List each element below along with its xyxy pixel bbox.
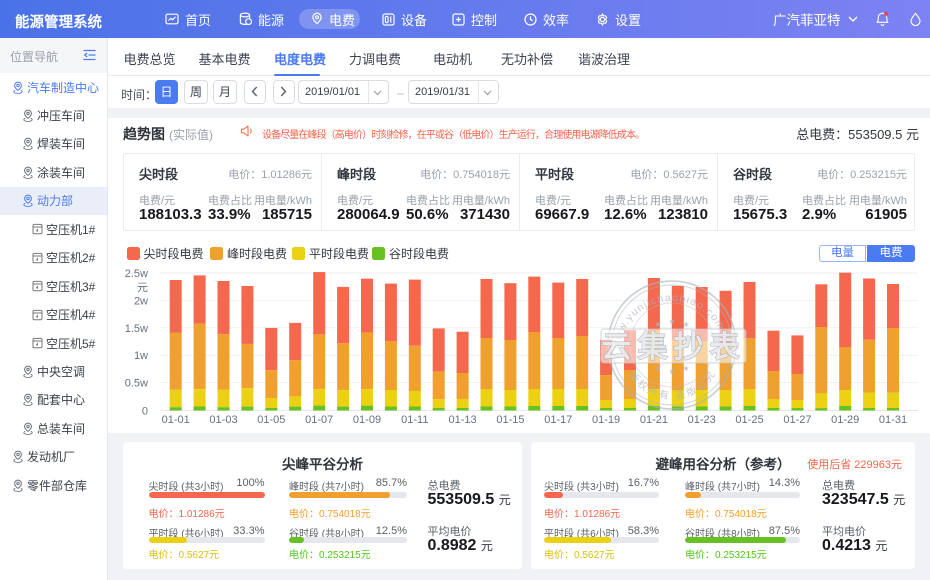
svg-text:2.5w: 2.5w — [125, 268, 148, 280]
svg-text:01-13: 01-13 — [449, 414, 477, 426]
svg-text:云集抄表: 云集抄表 — [602, 331, 746, 364]
svg-text:01-29: 01-29 — [831, 414, 859, 426]
svg-text:2w: 2w — [134, 295, 148, 307]
svg-text:★: ★ — [654, 364, 661, 373]
svg-text:01-15: 01-15 — [496, 414, 524, 426]
svg-text:1w: 1w — [134, 350, 148, 362]
svg-text:01-05: 01-05 — [257, 414, 285, 426]
svg-text:01-09: 01-09 — [353, 414, 381, 426]
svg-text:01-11: 01-11 — [401, 414, 428, 426]
svg-text:★: ★ — [668, 367, 675, 376]
svg-text:0: 0 — [142, 406, 148, 418]
svg-text:1.5w: 1.5w — [125, 323, 148, 335]
svg-text:01-03: 01-03 — [209, 414, 237, 426]
svg-text:元: 元 — [137, 282, 148, 294]
svg-text:★: ★ — [654, 320, 661, 329]
svg-text:★: ★ — [682, 364, 689, 373]
svg-text:★: ★ — [682, 320, 689, 329]
svg-text:01-17: 01-17 — [544, 414, 572, 426]
svg-text:01-31: 01-31 — [879, 414, 907, 426]
svg-text:01-07: 01-07 — [305, 414, 333, 426]
svg-text:01-01: 01-01 — [162, 414, 190, 426]
svg-text:★: ★ — [668, 317, 675, 326]
svg-text:0.5w: 0.5w — [125, 378, 148, 390]
svg-text:01-27: 01-27 — [783, 414, 811, 426]
